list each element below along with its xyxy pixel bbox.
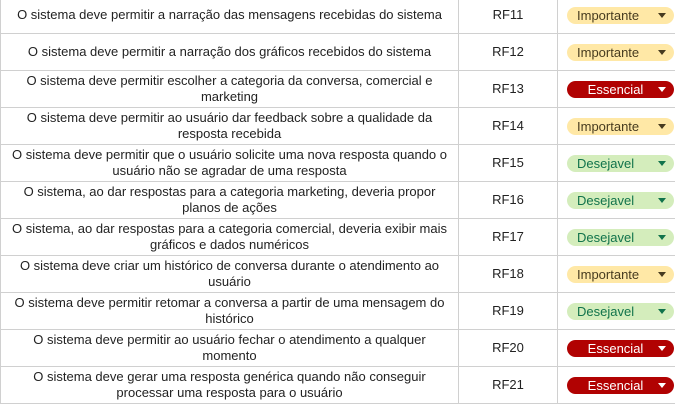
description-cell[interactable]: O sistema, ao dar respostas para a categ…	[0, 181, 459, 219]
priority-label: Essencial	[587, 81, 644, 97]
priority-label: Essencial	[587, 377, 644, 393]
priority-cell[interactable]: Essencial	[557, 329, 675, 367]
priority-label: Importante	[577, 118, 640, 134]
code-cell[interactable]: RF12	[458, 33, 558, 71]
description-cell[interactable]: O sistema deve permitir escolher a categ…	[0, 70, 459, 108]
dropdown-caret-icon	[658, 382, 666, 388]
dropdown-caret-icon	[658, 271, 666, 277]
dropdown-caret-icon	[658, 308, 666, 314]
dropdown-caret-icon	[658, 197, 666, 203]
priority-dropdown[interactable]: Importante	[567, 43, 674, 61]
description-cell[interactable]: O sistema deve permitir ao usuário fecha…	[0, 329, 459, 367]
priority-dropdown[interactable]: Desejavel	[567, 302, 674, 320]
dropdown-caret-icon	[658, 123, 666, 129]
requirements-table-body: O sistema deve permitir a narração das m…	[0, 0, 675, 404]
table-row-rf16: O sistema, ao dar respostas para a categ…	[0, 181, 675, 219]
dropdown-caret-icon	[658, 160, 666, 166]
priority-dropdown[interactable]: Essencial	[567, 339, 674, 357]
table-row-rf21: O sistema deve gerar uma resposta genéri…	[0, 366, 675, 404]
code-cell[interactable]: RF19	[458, 292, 558, 330]
code-cell[interactable]: RF11	[458, 0, 558, 34]
table-row-rf15: O sistema deve permitir que o usuário so…	[0, 144, 675, 182]
table-row-rf19: O sistema deve permitir retomar a conver…	[0, 292, 675, 330]
description-cell[interactable]: O sistema deve permitir retomar a conver…	[0, 292, 459, 330]
table-row-rf18: O sistema deve criar um histórico de con…	[0, 255, 675, 293]
priority-label: Importante	[577, 7, 640, 23]
priority-dropdown[interactable]: Desejavel	[567, 228, 674, 246]
spreadsheet-grid: O sistema deve permitir a narração das m…	[0, 0, 675, 404]
priority-dropdown[interactable]: Importante	[567, 6, 674, 24]
priority-cell[interactable]: Desejavel	[557, 144, 675, 182]
description-cell[interactable]: O sistema deve permitir ao usuário dar f…	[0, 107, 459, 145]
description-cell[interactable]: O sistema deve permitir a narração dos g…	[0, 33, 459, 71]
priority-label: Desejavel	[577, 155, 635, 171]
description-cell[interactable]: O sistema deve criar um histórico de con…	[0, 255, 459, 293]
priority-label: Essencial	[587, 340, 644, 356]
priority-dropdown[interactable]: Importante	[567, 265, 674, 283]
priority-dropdown[interactable]: Essencial	[567, 80, 674, 98]
dropdown-caret-icon	[658, 86, 666, 92]
priority-cell[interactable]: Importante	[557, 255, 675, 293]
description-cell[interactable]: O sistema, ao dar respostas para a categ…	[0, 218, 459, 256]
priority-cell[interactable]: Essencial	[557, 366, 675, 404]
table-row-rf13: O sistema deve permitir escolher a categ…	[0, 70, 675, 108]
priority-dropdown[interactable]: Desejavel	[567, 191, 674, 209]
dropdown-caret-icon	[658, 345, 666, 351]
table-row-rf17: O sistema, ao dar respostas para a categ…	[0, 218, 675, 256]
priority-label: Desejavel	[577, 303, 635, 319]
priority-dropdown[interactable]: Essencial	[567, 376, 674, 394]
priority-label: Desejavel	[577, 192, 635, 208]
priority-cell[interactable]: Desejavel	[557, 181, 675, 219]
table-row-rf12: O sistema deve permitir a narração dos g…	[0, 33, 675, 71]
priority-cell[interactable]: Essencial	[557, 70, 675, 108]
priority-cell[interactable]: Desejavel	[557, 218, 675, 256]
priority-dropdown[interactable]: Desejavel	[567, 154, 674, 172]
code-cell[interactable]: RF21	[458, 366, 558, 404]
code-cell[interactable]: RF14	[458, 107, 558, 145]
description-cell[interactable]: O sistema deve permitir que o usuário so…	[0, 144, 459, 182]
code-cell[interactable]: RF16	[458, 181, 558, 219]
priority-label: Importante	[577, 266, 640, 282]
description-cell[interactable]: O sistema deve permitir a narração das m…	[0, 0, 459, 34]
requirements-table: O sistema deve permitir a narração das m…	[0, 0, 675, 404]
dropdown-caret-icon	[658, 234, 666, 240]
code-cell[interactable]: RF15	[458, 144, 558, 182]
priority-cell[interactable]: Importante	[557, 0, 675, 34]
table-row-rf11: O sistema deve permitir a narração das m…	[0, 0, 675, 34]
code-cell[interactable]: RF18	[458, 255, 558, 293]
table-row-rf14: O sistema deve permitir ao usuário dar f…	[0, 107, 675, 145]
dropdown-caret-icon	[658, 12, 666, 18]
priority-label: Desejavel	[577, 229, 635, 245]
dropdown-caret-icon	[658, 49, 666, 55]
priority-label: Importante	[577, 44, 640, 60]
description-cell[interactable]: O sistema deve gerar uma resposta genéri…	[0, 366, 459, 404]
priority-cell[interactable]: Desejavel	[557, 292, 675, 330]
code-cell[interactable]: RF20	[458, 329, 558, 367]
priority-dropdown[interactable]: Importante	[567, 117, 674, 135]
code-cell[interactable]: RF13	[458, 70, 558, 108]
code-cell[interactable]: RF17	[458, 218, 558, 256]
priority-cell[interactable]: Importante	[557, 107, 675, 145]
table-row-rf20: O sistema deve permitir ao usuário fecha…	[0, 329, 675, 367]
priority-cell[interactable]: Importante	[557, 33, 675, 71]
